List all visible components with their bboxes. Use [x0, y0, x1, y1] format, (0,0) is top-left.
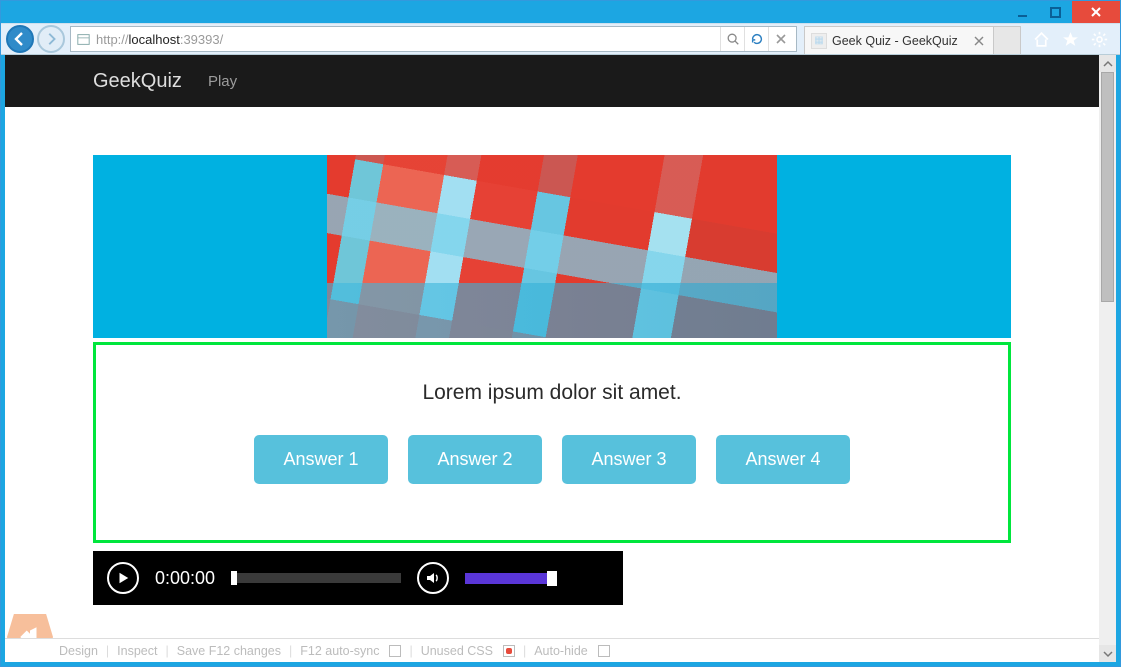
scroll-down-icon[interactable] — [1099, 645, 1116, 662]
new-tab-button[interactable] — [993, 26, 1021, 54]
brand-link[interactable]: GeekQuiz — [93, 70, 182, 93]
nav-buttons — [1, 24, 70, 54]
volume-bar[interactable] — [465, 573, 557, 584]
devbar-autosync-label: F12 auto-sync — [300, 644, 379, 658]
url-bar-container: http://localhost:39393/ — [70, 24, 800, 54]
url-text: http://localhost:39393/ — [96, 32, 720, 47]
page: GeekQuiz Play Lorem ipsum dolor sit amet… — [5, 55, 1099, 662]
scroll-up-icon[interactable] — [1099, 55, 1116, 72]
window-titlebar — [1, 1, 1120, 23]
answer-button-3[interactable]: Answer 3 — [562, 435, 696, 484]
search-icon[interactable] — [720, 27, 744, 51]
answer-row: Answer 1 Answer 2 Answer 3 Answer 4 — [116, 435, 988, 484]
gear-icon[interactable] — [1091, 31, 1108, 48]
dev-toolbar: Design | Inspect | Save F12 changes | F1… — [5, 638, 1099, 662]
url-bar[interactable]: http://localhost:39393/ — [70, 26, 797, 52]
vertical-scrollbar[interactable] — [1099, 55, 1116, 662]
window-close-button[interactable] — [1072, 1, 1120, 23]
banner — [93, 155, 1011, 338]
devbar-autohide-label: Auto-hide — [534, 644, 588, 658]
home-icon[interactable] — [1033, 31, 1050, 48]
tab-strip: ▦ Geek Quiz - GeekQuiz — [804, 24, 1021, 54]
seek-head[interactable] — [231, 571, 237, 585]
browser-toolbar: http://localhost:39393/ ▦ Ge — [1, 23, 1120, 55]
tab-favicon-icon: ▦ — [811, 33, 827, 49]
answer-button-1[interactable]: Answer 1 — [254, 435, 388, 484]
app-navbar: GeekQuiz Play — [5, 55, 1099, 107]
scroll-track[interactable] — [1099, 72, 1116, 645]
banner-image — [327, 155, 777, 338]
refresh-icon[interactable] — [744, 27, 768, 51]
devbar-autosync-checkbox[interactable] — [389, 645, 401, 657]
quiz-card: Lorem ipsum dolor sit amet. Answer 1 Ans… — [93, 342, 1011, 543]
scroll-thumb[interactable] — [1101, 72, 1114, 302]
devbar-design[interactable]: Design — [59, 644, 98, 658]
quiz-question: Lorem ipsum dolor sit amet. — [116, 381, 988, 405]
url-bar-end — [720, 27, 792, 51]
devbar-unused-checkbox[interactable] — [503, 645, 515, 657]
media-time: 0:00:00 — [155, 568, 215, 589]
browser-right-icons — [1021, 24, 1120, 54]
devbar-inspect[interactable]: Inspect — [117, 644, 157, 658]
stop-icon[interactable] — [768, 27, 792, 51]
media-player: 0:00:00 — [93, 551, 623, 605]
back-button[interactable] — [6, 25, 34, 53]
browser-tab[interactable]: ▦ Geek Quiz - GeekQuiz — [804, 26, 994, 54]
volume-icon[interactable] — [417, 562, 449, 594]
answer-button-4[interactable]: Answer 4 — [716, 435, 850, 484]
window-maximize-button[interactable] — [1039, 1, 1072, 23]
devbar-autohide-checkbox[interactable] — [598, 645, 610, 657]
nav-play-link[interactable]: Play — [208, 73, 237, 90]
tab-close-icon[interactable] — [971, 33, 987, 49]
seek-bar[interactable] — [231, 573, 401, 583]
tab-title: Geek Quiz - GeekQuiz — [832, 34, 958, 48]
devbar-save[interactable]: Save F12 changes — [177, 644, 281, 658]
window-minimize-button[interactable] — [1006, 1, 1039, 23]
favorites-icon[interactable] — [1062, 31, 1079, 48]
devbar-unused-label: Unused CSS — [421, 644, 493, 658]
volume-head[interactable] — [547, 571, 557, 586]
page-body: Lorem ipsum dolor sit amet. Answer 1 Ans… — [5, 155, 1099, 605]
play-icon[interactable] — [107, 562, 139, 594]
forward-button[interactable] — [37, 25, 65, 53]
answer-button-2[interactable]: Answer 2 — [408, 435, 542, 484]
page-favicon-icon — [75, 31, 91, 47]
viewport: GeekQuiz Play Lorem ipsum dolor sit amet… — [5, 55, 1116, 662]
browser-window: http://localhost:39393/ ▦ Ge — [0, 0, 1121, 667]
